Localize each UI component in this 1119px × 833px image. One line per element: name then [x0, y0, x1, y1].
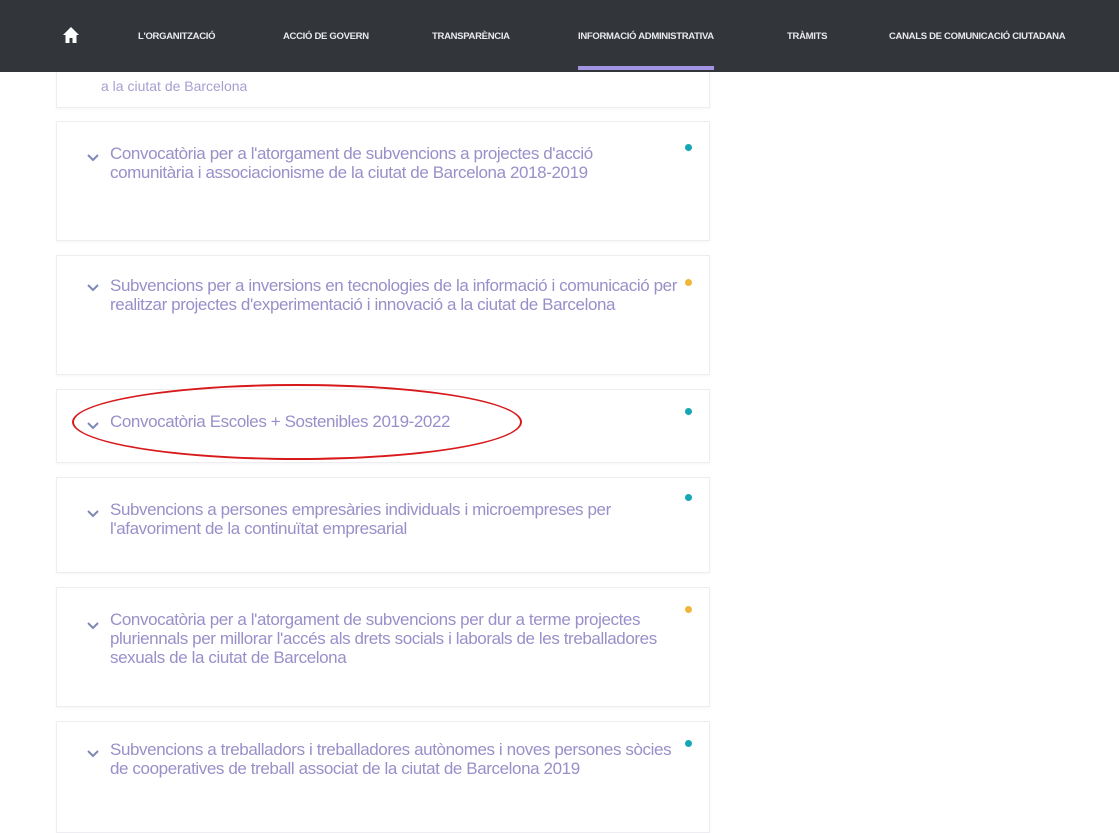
nav-item-canals-comunicacio[interactable]: CANALS DE COMUNICACIÓ CIUTADANA	[889, 0, 1066, 72]
accordion-item-title[interactable]: Subvencions a treballadors i treballador…	[110, 740, 680, 778]
chevron-down-icon[interactable]	[87, 750, 99, 758]
accordion-item[interactable]: Convocatòria per a l'atorgament de subve…	[56, 121, 710, 241]
main-content: a la ciutat de Barcelona Convocatòria pe…	[0, 0, 1119, 833]
nav-item-tramits[interactable]: TRÀMITS	[787, 0, 827, 72]
status-dot	[685, 740, 692, 747]
accordion-item-title[interactable]: Convocatòria per a l'atorgament de subve…	[110, 610, 680, 667]
nav-item-organitzacio[interactable]: L'ORGANITZACIÓ	[138, 0, 216, 72]
accordion-item-title[interactable]: Convocatòria Escoles + Sostenibles 2019-…	[110, 412, 680, 431]
nav-item-accio-de-govern[interactable]: ACCIÓ DE GOVERN	[283, 0, 369, 72]
accordion-item[interactable]: Convocatòria per a l'atorgament de subve…	[56, 587, 710, 707]
accordion-item[interactable]: Subvencions per a inversions en tecnolog…	[56, 255, 710, 375]
accordion-item-title[interactable]: Convocatòria per a l'atorgament de subve…	[110, 144, 680, 182]
accordion-item[interactable]: Convocatòria Escoles + Sostenibles 2019-…	[56, 389, 710, 463]
status-dot	[685, 144, 692, 151]
accordion-item-title[interactable]: Subvencions per a inversions en tecnolog…	[110, 276, 680, 314]
chevron-down-icon[interactable]	[87, 284, 99, 292]
accordion-item[interactable]: Subvencions a persones empresàries indiv…	[56, 477, 710, 573]
accordion-item[interactable]: Subvencions a treballadors i treballador…	[56, 721, 710, 833]
status-dot	[685, 606, 692, 613]
chevron-down-icon[interactable]	[87, 422, 99, 430]
accordion-item-title[interactable]: Subvencions a persones empresàries indiv…	[110, 500, 680, 538]
top-navbar: L'ORGANITZACIÓ ACCIÓ DE GOVERN TRANSPARÈ…	[0, 0, 1119, 72]
status-dot	[685, 408, 692, 415]
nav-item-transparencia[interactable]: TRANSPARÈNCIA	[432, 0, 510, 72]
chevron-down-icon[interactable]	[87, 622, 99, 630]
accordion-item-title: a la ciutat de Barcelona	[101, 81, 248, 94]
status-dot	[685, 494, 692, 501]
status-dot	[685, 279, 692, 286]
chevron-down-icon[interactable]	[87, 510, 99, 518]
home-icon[interactable]	[62, 26, 80, 44]
nav-item-informacio-administrativa[interactable]: INFORMACIÓ ADMINISTRATIVA	[578, 0, 714, 72]
chevron-down-icon[interactable]	[87, 154, 99, 162]
